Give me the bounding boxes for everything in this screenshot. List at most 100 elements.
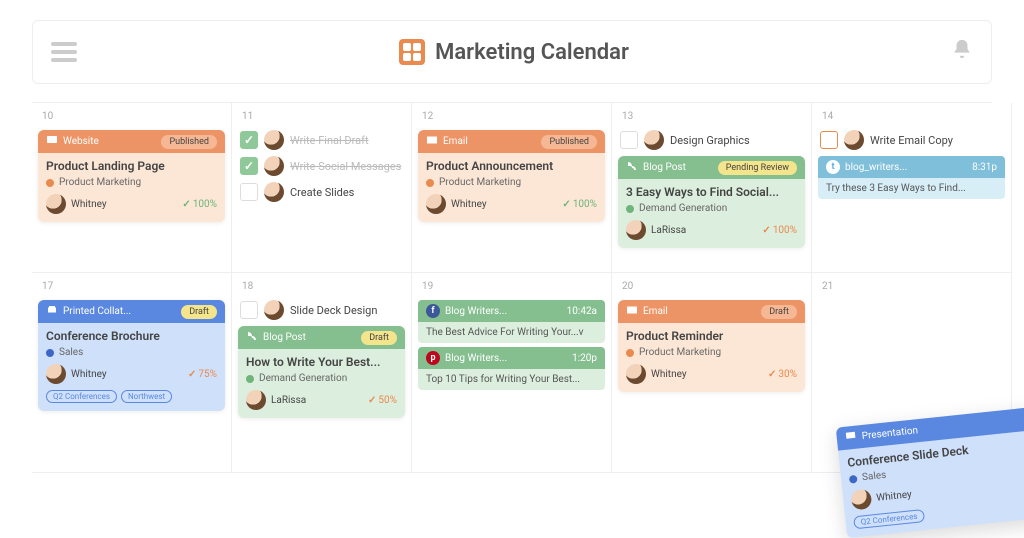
task-row[interactable]: Slide Deck Design [240, 300, 403, 320]
task-label: Design Graphics [670, 134, 750, 147]
card-category: Sales [862, 470, 887, 483]
day-cell[interactable]: 14 Write Email Copy tblog_writers... 8:3… [812, 103, 1012, 273]
task-checkbox[interactable] [620, 131, 638, 149]
day-cell[interactable]: 19 fBlog Writers... 10:42a The Best Advi… [412, 273, 612, 473]
status-pill: Draft [361, 331, 397, 345]
social-time: 1:20p [572, 353, 597, 364]
avatar [246, 390, 266, 410]
task-row[interactable]: Create Slides [240, 182, 403, 202]
task-row[interactable]: Write Email Copy [820, 130, 1003, 150]
task-checkbox[interactable] [240, 131, 258, 149]
card-assignee: Whitney [651, 369, 687, 380]
social-text: The Best Advice For Writing Your...v [418, 322, 605, 343]
day-cell[interactable]: 11 Write Final Draft Write Social Messag… [232, 103, 412, 273]
day-number: 10 [42, 111, 225, 122]
card-progress: 100% [562, 199, 597, 210]
card-title: Conference Brochure [46, 329, 217, 343]
card-assignee: Whitney [71, 199, 107, 210]
task-checkbox[interactable] [240, 183, 258, 201]
day-number: 17 [42, 281, 225, 292]
avatar [426, 194, 446, 214]
card-category: Sales [59, 347, 83, 358]
card-type: Blog Post [643, 162, 686, 173]
content-card[interactable]: Printed Collat... Draft Conference Broch… [38, 300, 225, 411]
avatar [264, 300, 284, 320]
card-progress: 50% [368, 395, 397, 406]
content-card[interactable]: Website Published Product Landing Page P… [38, 130, 225, 222]
day-cell[interactable]: 13 Design Graphics Blog Post Pending Rev… [612, 103, 812, 273]
social-label: Blog Writers... [445, 353, 507, 364]
card-assignee: LaRissa [271, 395, 306, 406]
card-type-icon [844, 430, 858, 446]
day-number: 20 [622, 281, 805, 292]
social-text: Try these 3 Easy Ways to Find... [818, 178, 1005, 199]
day-number: 18 [242, 281, 405, 292]
card-category: Product Marketing [59, 177, 141, 188]
day-cell[interactable]: 10 Website Published Product Landing Pag… [32, 103, 232, 273]
card-title: Product Landing Page [46, 159, 217, 173]
avatar [626, 364, 646, 384]
card-category: Demand Generation [259, 373, 347, 384]
task-row[interactable]: Write Social Messages [240, 156, 403, 176]
social-label: Blog Writers... [445, 306, 507, 317]
day-cell[interactable]: 20 Email Draft Product Reminder Product … [612, 273, 812, 473]
avatar [46, 194, 66, 214]
avatar [644, 130, 664, 150]
social-card[interactable]: pBlog Writers... 1:20p Top 10 Tips for W… [418, 347, 605, 390]
status-pill: Published [541, 135, 597, 149]
content-card[interactable]: Email Published Product Announcement Pro… [418, 130, 605, 222]
task-row[interactable]: Write Final Draft [240, 130, 403, 150]
social-card[interactable]: tblog_writers... 8:31p Try these 3 Easy … [818, 156, 1005, 199]
category-dot-icon [426, 179, 434, 187]
category-dot-icon [849, 474, 858, 483]
card-tag[interactable]: Q2 Conferences [853, 509, 925, 529]
card-assignee: Whitney [451, 199, 487, 210]
card-progress: 100% [762, 225, 797, 236]
social-card[interactable]: fBlog Writers... 10:42a The Best Advice … [418, 300, 605, 343]
avatar [264, 156, 284, 176]
card-assignee: Whitney [876, 489, 913, 504]
avatar [626, 220, 646, 240]
card-type: Printed Collat... [63, 306, 131, 317]
card-tag[interactable]: Q2 Conferences [46, 390, 117, 403]
day-cell[interactable]: 12 Email Published Product Announcement … [412, 103, 612, 273]
content-card[interactable]: Email Draft Product Reminder Product Mar… [618, 300, 805, 392]
day-cell[interactable]: 18 Slide Deck Design Blog Post Draft How… [232, 273, 412, 473]
avatar [844, 130, 864, 150]
day-cell[interactable]: 17 Printed Collat... Draft Conference Br… [32, 273, 232, 473]
avatar [850, 488, 872, 510]
social-label: blog_writers... [845, 162, 907, 173]
card-type-icon [626, 160, 638, 175]
social-text: Top 10 Tips for Writing Your Best... [418, 369, 605, 390]
card-type-icon [46, 134, 58, 149]
task-label: Create Slides [290, 186, 354, 199]
status-pill: Published [161, 135, 217, 149]
content-card[interactable]: Blog Post Draft How to Write Your Best..… [238, 326, 405, 418]
app-logo-icon [399, 39, 425, 65]
card-type-icon [246, 330, 258, 345]
card-type-icon [626, 304, 638, 319]
social-time: 10:42a [567, 306, 597, 317]
day-cell[interactable]: 21 Presentation Conference Slide Deck Sa… [812, 273, 1012, 473]
day-number: 19 [422, 281, 605, 292]
content-card[interactable]: Presentation Conference Slide Deck Sales… [836, 407, 1024, 538]
day-number: 11 [242, 111, 405, 122]
card-category: Demand Generation [639, 203, 727, 214]
task-checkbox[interactable] [240, 157, 258, 175]
title-wrap: Marketing Calendar [399, 39, 629, 65]
card-progress: 30% [768, 369, 797, 380]
task-checkbox[interactable] [240, 301, 258, 319]
menu-icon[interactable] [51, 38, 77, 66]
task-checkbox[interactable] [820, 131, 838, 149]
category-dot-icon [626, 205, 634, 213]
card-type-icon [426, 134, 438, 149]
task-row[interactable]: Design Graphics [620, 130, 803, 150]
notifications-icon[interactable] [951, 38, 973, 66]
social-time: 8:31p [972, 162, 997, 173]
card-tag[interactable]: Northwest [121, 390, 172, 403]
calendar-grid: 10 Website Published Product Landing Pag… [32, 102, 992, 473]
card-type: Email [643, 306, 668, 317]
content-card[interactable]: Blog Post Pending Review 3 Easy Ways to … [618, 156, 805, 248]
status-pill: Draft [761, 305, 797, 319]
category-dot-icon [626, 349, 634, 357]
